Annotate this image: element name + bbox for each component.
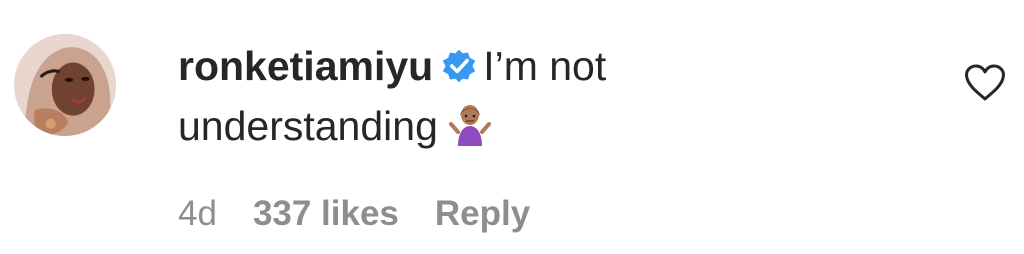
comment-age: 4d <box>178 194 217 233</box>
username-link[interactable]: ronketiamiyu <box>178 43 433 89</box>
likes-count[interactable]: 337 likes <box>253 194 399 233</box>
avatar-photo <box>14 34 116 136</box>
avatar[interactable] <box>14 34 116 136</box>
comment-meta: 4d 337 likes Reply <box>178 192 566 236</box>
comment-text-line-2: understanding <box>178 103 438 149</box>
comment-body: ronketiamiyu I’m not understanding <box>178 36 898 156</box>
person-shrugging-emoji <box>448 102 492 146</box>
comment-line-2: understanding <box>178 96 898 156</box>
reply-button[interactable]: Reply <box>435 194 530 233</box>
comment-line-1: ronketiamiyu I’m not <box>178 36 898 96</box>
comment-text-line-1: I’m not <box>483 43 607 89</box>
comment: ronketiamiyu I’m not understanding 4d 33… <box>0 0 1024 254</box>
verified-badge-icon <box>441 48 477 84</box>
heart-outline-icon[interactable] <box>964 64 1006 102</box>
